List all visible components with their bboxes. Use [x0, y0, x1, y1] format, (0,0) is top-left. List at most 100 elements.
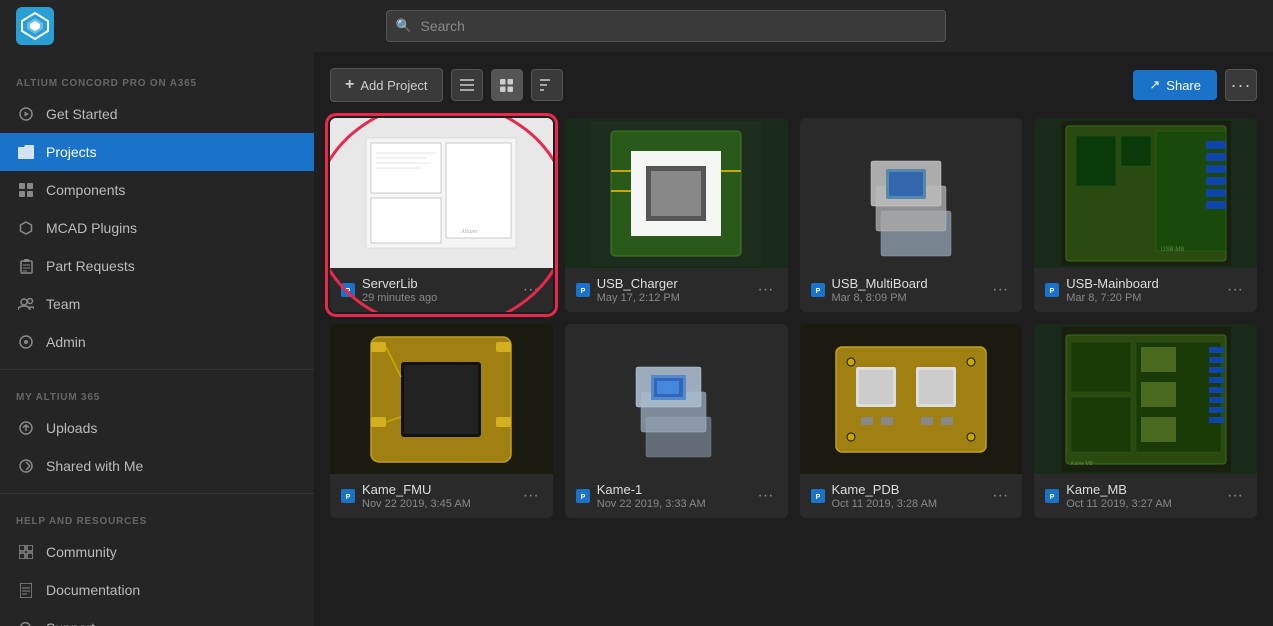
svg-text:P: P	[346, 288, 351, 295]
doc-icon	[16, 580, 36, 600]
app-logo[interactable]	[16, 7, 54, 45]
upload-icon	[16, 418, 36, 438]
project-menu-kame-mb[interactable]: ···	[1223, 485, 1247, 507]
card-footer-kame-pdb: P Kame_PDB Oct 11 2019, 3:28 AM ···	[800, 474, 1023, 518]
project-menu-usb-charger[interactable]: ···	[754, 279, 778, 301]
project-card-usb-mainboard[interactable]: USB-MB P USB-Mainboard Mar 8, 7:20 PM ··…	[1034, 118, 1257, 312]
card-info-usb-mainboard: USB-Mainboard Mar 8, 7:20 PM	[1066, 276, 1217, 304]
project-thumbnail-usb-mainboard: USB-MB	[1034, 118, 1257, 268]
svg-text:P: P	[580, 494, 585, 501]
play-icon	[16, 104, 36, 124]
community-icon	[16, 542, 36, 562]
svg-text:P: P	[815, 288, 820, 295]
project-menu-serverlib[interactable]: ···	[519, 279, 543, 301]
sidebar-item-components[interactable]: Components	[0, 171, 314, 209]
svg-text:P: P	[815, 494, 820, 501]
content-area: + Add Project ↗ Share ···	[314, 52, 1273, 626]
svg-text:P: P	[346, 494, 351, 501]
sidebar-item-admin[interactable]: Admin	[0, 323, 314, 361]
svg-text:P: P	[1050, 494, 1055, 501]
sidebar-label-documentation: Documentation	[46, 582, 140, 598]
share-button[interactable]: ↗ Share	[1133, 70, 1217, 100]
project-date-kame-1: Nov 22 2019, 3:33 AM	[597, 498, 748, 510]
project-name-usb-charger: USB_Charger	[597, 276, 748, 291]
project-thumbnail-usb-charger	[565, 118, 788, 268]
card-footer-kame-mb: P Kame_MB Oct 11 2019, 3:27 AM ···	[1034, 474, 1257, 518]
sidebar-label-get-started: Get Started	[46, 106, 118, 122]
list-view-button[interactable]	[451, 69, 483, 101]
search-bar: 🔍	[386, 10, 946, 42]
share-icon: ↗	[1149, 77, 1160, 93]
search-icon: 🔍	[396, 18, 412, 34]
shared-icon	[16, 456, 36, 476]
sidebar-item-community[interactable]: Community	[0, 533, 314, 571]
sidebar-item-team[interactable]: Team	[0, 285, 314, 323]
sidebar-label-shared: Shared with Me	[46, 458, 143, 474]
sidebar-label-support: Support	[46, 620, 95, 626]
topbar: 🔍	[0, 0, 1273, 52]
add-project-button[interactable]: + Add Project	[330, 68, 443, 102]
svg-text:P: P	[1050, 288, 1055, 295]
card-footer-serverlib: P ServerLib 29 minutes ago ···	[330, 268, 553, 312]
content-toolbar: + Add Project ↗ Share ···	[330, 68, 1257, 102]
project-card-kame-mb[interactable]: Kame MB P Kame_MB Oct 11 2019, 3:27 AM ·…	[1034, 324, 1257, 518]
grid-view-button[interactable]	[491, 69, 523, 101]
project-date-usb-mainboard: Mar 8, 7:20 PM	[1066, 292, 1217, 304]
project-card-usb-charger[interactable]: P USB_Charger May 17, 2:12 PM ···	[565, 118, 788, 312]
search-input[interactable]	[386, 10, 946, 42]
clipboard-icon	[16, 256, 36, 276]
more-options-button[interactable]: ···	[1225, 69, 1257, 101]
more-dots-label: ···	[1231, 75, 1252, 96]
team-icon	[16, 294, 36, 314]
project-card-kame-pdb[interactable]: P Kame_PDB Oct 11 2019, 3:28 AM ···	[800, 324, 1023, 518]
project-date-usb-charger: May 17, 2:12 PM	[597, 292, 748, 304]
project-name-kame-mb: Kame_MB	[1066, 482, 1217, 497]
project-card-usb-multiboard[interactable]: P USB_MultiBoard Mar 8, 8:09 PM ···	[800, 118, 1023, 312]
sidebar-item-shared[interactable]: Shared with Me	[0, 447, 314, 485]
sidebar-item-documentation[interactable]: Documentation	[0, 571, 314, 609]
sidebar-item-uploads[interactable]: Uploads	[0, 409, 314, 447]
card-footer-usb-charger: P USB_Charger May 17, 2:12 PM ···	[565, 268, 788, 312]
plus-icon: +	[345, 76, 354, 94]
folder-icon	[16, 142, 36, 162]
project-menu-usb-multiboard[interactable]: ···	[988, 279, 1012, 301]
project-icon-kame-fmu: P	[340, 488, 356, 504]
sort-button[interactable]	[531, 69, 563, 101]
project-type-icon: P	[340, 282, 356, 298]
sidebar-section-main: Altium Concord Pro on A365	[0, 64, 314, 95]
sidebar-divider-2	[0, 493, 314, 494]
card-info-usb-charger: USB_Charger May 17, 2:12 PM	[597, 276, 748, 304]
project-name-usb-multiboard: USB_MultiBoard	[832, 276, 983, 291]
admin-icon	[16, 332, 36, 352]
project-date-kame-pdb: Oct 11 2019, 3:28 AM	[832, 498, 983, 510]
project-thumbnail-kame-mb: Kame MB	[1034, 324, 1257, 474]
add-project-label: Add Project	[360, 78, 427, 93]
project-card-kame-1[interactable]: P Kame-1 Nov 22 2019, 3:33 AM ···	[565, 324, 788, 518]
sidebar-item-projects[interactable]: Projects	[0, 133, 314, 171]
project-card-serverlib[interactable]: Altium P ServerLib 29 minutes ago ···	[330, 118, 553, 312]
sidebar-item-mcad[interactable]: MCAD Plugins	[0, 209, 314, 247]
svg-text:P: P	[580, 288, 585, 295]
project-icon-kame-1: P	[575, 488, 591, 504]
sidebar-item-support[interactable]: Support	[0, 609, 314, 626]
project-menu-usb-mainboard[interactable]: ···	[1223, 279, 1247, 301]
project-date-serverlib: 29 minutes ago	[362, 292, 513, 304]
project-name-kame-1: Kame-1	[597, 482, 748, 497]
support-icon	[16, 618, 36, 626]
project-menu-kame-pdb[interactable]: ···	[988, 485, 1012, 507]
project-menu-kame-1[interactable]: ···	[754, 485, 778, 507]
card-info-serverlib: ServerLib 29 minutes ago	[362, 276, 513, 304]
sidebar-label-uploads: Uploads	[46, 420, 97, 436]
sidebar-item-part-requests[interactable]: Part Requests	[0, 247, 314, 285]
project-date-kame-mb: Oct 11 2019, 3:27 AM	[1066, 498, 1217, 510]
sidebar-label-mcad: MCAD Plugins	[46, 220, 137, 236]
project-icon-usb-charger: P	[575, 282, 591, 298]
project-menu-kame-fmu[interactable]: ···	[519, 485, 543, 507]
svg-text:Altium: Altium	[460, 229, 478, 235]
project-thumbnail-kame-fmu	[330, 324, 553, 474]
sidebar-section-myaltium: MY ALTIUM 365	[0, 378, 314, 409]
card-footer-usb-multiboard: P USB_MultiBoard Mar 8, 8:09 PM ···	[800, 268, 1023, 312]
sidebar-item-get-started[interactable]: Get Started	[0, 95, 314, 133]
project-card-kame-fmu[interactable]: P Kame_FMU Nov 22 2019, 3:45 AM ···	[330, 324, 553, 518]
sidebar-label-community: Community	[46, 544, 117, 560]
